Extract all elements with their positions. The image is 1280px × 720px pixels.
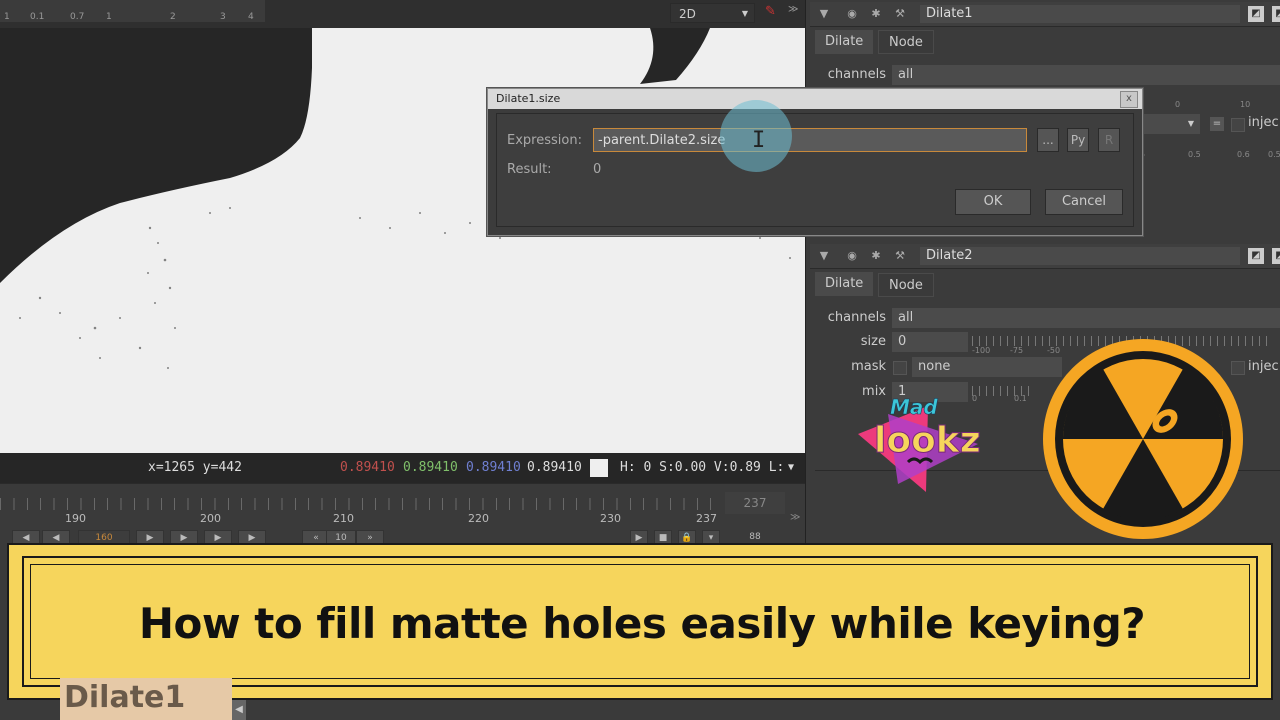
ruler-label: 2	[170, 12, 176, 22]
channels-dropdown[interactable]: all	[892, 308, 1280, 328]
inject-label: injec	[1248, 115, 1279, 130]
chevron-down-icon[interactable]: ▼	[788, 453, 794, 483]
color-swatch	[590, 459, 608, 477]
text-cursor-icon: I	[752, 128, 766, 153]
timeline-tick: 200	[200, 512, 221, 525]
inject-checkbox[interactable]	[1231, 118, 1245, 132]
banner-title: How to fill matte holes easily while key…	[138, 599, 1146, 648]
green-value: 0.89410	[403, 460, 458, 475]
red-value: 0.89410	[340, 460, 395, 475]
result-label: Result:	[507, 162, 552, 177]
center-icon[interactable]: ✱	[868, 248, 884, 264]
madlookz-logo: Mad lookz	[858, 395, 981, 492]
slider-tick: 0.1	[1014, 394, 1027, 403]
result-value: 0	[593, 162, 602, 177]
tab-node[interactable]: Node	[878, 30, 934, 54]
slider-tick: 0.5	[1188, 150, 1201, 159]
dialog-body: Expression: ... Py R Result: 0 OK Cancel	[496, 113, 1134, 227]
inject-label: injec	[1248, 359, 1279, 374]
ruler-label: 1	[4, 12, 10, 22]
close-panel-button[interactable]: ◩	[1272, 248, 1280, 264]
mask-label: mask	[851, 359, 886, 374]
slider-tick: -100	[972, 346, 991, 355]
slider-tick: 0.5	[1268, 150, 1280, 159]
channels-dropdown[interactable]: all	[892, 65, 1280, 85]
close-panel-button[interactable]: ◩	[1272, 6, 1280, 22]
alpha-value: 0.89410	[527, 460, 582, 475]
node-name-field[interactable]: Dilate1	[920, 5, 1240, 23]
more-button[interactable]: ...	[1037, 128, 1059, 152]
timeline-tick: 237	[696, 512, 717, 525]
madlookz-top-text: Mad	[890, 395, 938, 419]
node-graph-node[interactable]: Dilate1	[60, 678, 232, 720]
ok-button[interactable]: OK	[955, 189, 1031, 215]
slider-tick: -75	[1010, 346, 1024, 355]
expression-input[interactable]	[593, 128, 1027, 152]
mask-checkbox[interactable]	[893, 361, 907, 375]
ruler-label: 3	[220, 12, 226, 22]
blue-value: 0.89410	[466, 460, 521, 475]
timeline-tick: 220	[468, 512, 489, 525]
dilate1-header: ▼ ◉ ✱ ⚒ Dilate1 ◩ ◩	[810, 2, 1280, 27]
ruler-label: 0.1	[30, 12, 45, 22]
chevron-left-icon[interactable]: ◀	[232, 700, 246, 720]
hsv-readout: H: 0 S:0.00 V:0.89 L:	[620, 460, 785, 475]
python-button[interactable]: Py	[1067, 128, 1089, 152]
title-banner: How to fill matte holes easily while key…	[7, 543, 1273, 700]
dialog-title: Dilate1.size	[488, 89, 1142, 109]
size-field[interactable]: 0	[892, 332, 968, 352]
size-label: size	[860, 334, 886, 349]
timeline-tick: 230	[600, 512, 621, 525]
nuke-logo	[1043, 339, 1243, 539]
cursor-coords: x=1265 y=442	[148, 460, 242, 475]
tab-dilate[interactable]: Dilate	[815, 30, 874, 54]
dilate2-header: ▼ ◉ ✱ ⚒ Dilate2 ◩ ◩	[810, 244, 1280, 269]
slider-tick: 0	[1175, 100, 1181, 109]
slider-tick: 10	[1240, 100, 1251, 109]
center-icon[interactable]: ✱	[868, 6, 884, 22]
timeline-ruler	[0, 498, 720, 510]
madlookz-bottom-text: lookz	[874, 420, 981, 461]
r-button[interactable]: R	[1098, 128, 1120, 152]
pencil-icon[interactable]: ✎	[765, 4, 779, 19]
ruler-label: 0.7	[70, 12, 85, 22]
channels-label: channels	[827, 67, 886, 82]
viewer-toggle-icon[interactable]: ◉	[844, 248, 860, 264]
float-panel-button[interactable]: ◩	[1248, 6, 1264, 22]
chevron-down-icon[interactable]: ≫	[790, 512, 800, 523]
timeline-tick: 210	[333, 512, 354, 525]
expression-label: Expression:	[507, 133, 582, 148]
timeline[interactable]: 190 200 210 220 230 237 237 ≫ ◀ ◀ 160 ▶ …	[0, 483, 805, 546]
wrench-icon[interactable]: ⚒	[892, 248, 908, 264]
viewer-info-bar: x=1265 y=442 0.89410 0.89410 0.89410 0.8…	[0, 453, 805, 483]
chevron-down-icon: ▼	[741, 9, 748, 18]
channels-label: channels	[827, 310, 886, 325]
float-panel-button[interactable]: ◩	[1248, 248, 1264, 264]
slider-tick: 0.6	[1237, 150, 1250, 159]
ruler-label: 1	[106, 12, 112, 22]
timeline-tick: 190	[65, 512, 86, 525]
view-mode-value: 2D	[679, 7, 696, 21]
collapse-icon[interactable]: ▼	[816, 248, 832, 264]
tab-dilate[interactable]: Dilate	[815, 272, 874, 296]
expression-dialog: Dilate1.size x Expression: ... Py R Resu…	[487, 88, 1143, 236]
ruler-label: 4	[248, 12, 254, 22]
chevron-down-icon[interactable]: ≫	[788, 4, 798, 15]
end-frame-field[interactable]: 237	[725, 492, 785, 514]
mask-dropdown[interactable]: ▼	[1140, 114, 1200, 134]
wrench-icon[interactable]: ⚒	[892, 6, 908, 22]
link-icon[interactable]: =	[1210, 117, 1224, 131]
view-mode-dropdown[interactable]: 2D ▼	[670, 3, 755, 23]
node-name-field[interactable]: Dilate2	[920, 247, 1240, 265]
tab-node[interactable]: Node	[878, 273, 934, 297]
close-icon[interactable]: x	[1120, 91, 1138, 108]
cancel-button[interactable]: Cancel	[1045, 189, 1123, 215]
banner-frame: How to fill matte holes easily while key…	[22, 556, 1258, 687]
viewer-ruler: 1 0.1 0.7 1 2 3 4	[0, 0, 265, 22]
collapse-icon[interactable]: ▼	[816, 6, 832, 22]
fps-value: 88	[738, 530, 772, 544]
viewer-toggle-icon[interactable]: ◉	[844, 6, 860, 22]
